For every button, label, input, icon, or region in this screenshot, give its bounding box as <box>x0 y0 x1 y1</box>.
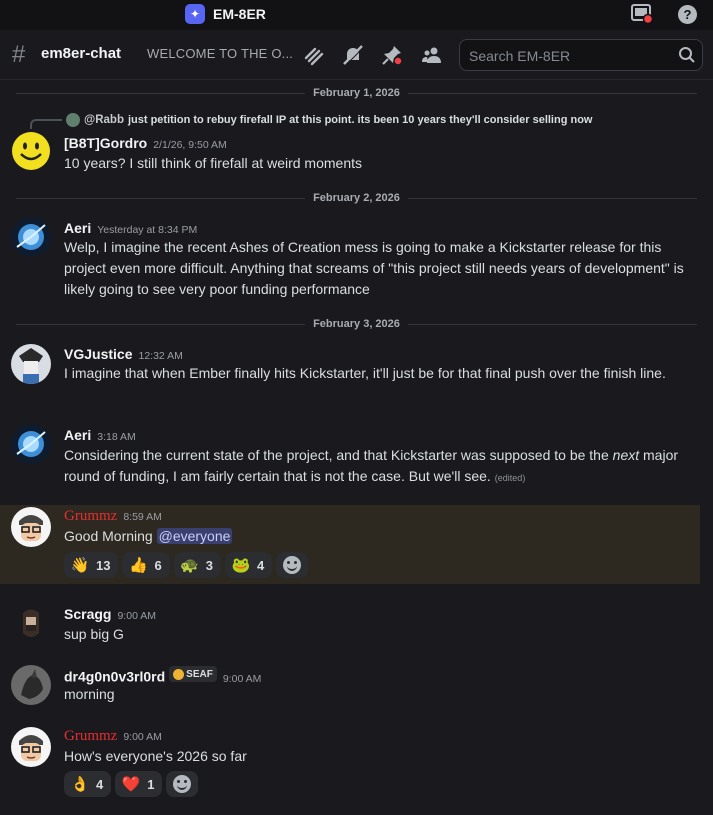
date-divider: February 3, 2026 <box>16 317 697 331</box>
reply-username[interactable]: @Rabb <box>84 114 124 126</box>
channel-hash-icon: # <box>12 41 26 68</box>
avatar[interactable] <box>11 507 51 547</box>
username[interactable]: Scragg <box>64 606 111 622</box>
timestamp[interactable]: 3:18 AM <box>97 431 136 443</box>
pin-icon[interactable] <box>380 43 404 67</box>
search-box[interactable] <box>459 39 703 71</box>
reply-preview[interactable]: @Rabb just petition to rebuy firefall IP… <box>66 113 592 127</box>
reaction-ok-hand[interactable]: 👌 4 <box>64 771 112 797</box>
message-list: February 1, 2026 @Rabb just petition to … <box>0 80 713 815</box>
reply-connector <box>30 119 62 129</box>
add-reaction-button[interactable] <box>276 552 309 578</box>
reaction-heart[interactable]: ❤️ 1 <box>115 771 163 797</box>
reaction-count: 6 <box>154 557 162 573</box>
reaction-count: 4 <box>96 776 104 792</box>
search-icon[interactable] <box>678 46 696 64</box>
timestamp[interactable]: Yesterday at 8:34 PM <box>97 224 197 236</box>
timestamp[interactable]: 9:00 AM <box>117 610 156 622</box>
skull-icon <box>173 668 185 680</box>
date-divider: February 2, 2026 <box>16 191 697 205</box>
threads-icon[interactable] <box>302 43 326 67</box>
edited-label: (edited) <box>494 473 526 483</box>
message-header: dr4g0n0v3rl0rd SEAF 9:00 AM <box>64 666 261 685</box>
reaction-bar: 👌 4 ❤️ 1 <box>64 771 199 797</box>
timestamp[interactable]: 9:00 AM <box>123 731 162 743</box>
message-text: 10 years? I still think of firefall at w… <box>64 155 363 171</box>
message-text: sup big G <box>64 626 124 642</box>
app-name: EM-8ER <box>213 6 266 22</box>
username[interactable]: Grummz <box>64 728 117 744</box>
message-text: Good Morning @everyone <box>64 528 233 544</box>
avatar[interactable] <box>11 603 51 643</box>
reaction-thumbs-up[interactable]: 👍 6 <box>122 552 170 578</box>
avatar[interactable] <box>11 131 51 171</box>
timestamp[interactable]: 12:32 AM <box>138 350 182 362</box>
message-header: [B8T]Gordro 2/1/26, 9:50 AM <box>64 135 227 151</box>
avatar[interactable] <box>11 424 51 464</box>
title-bar: ✦ EM-8ER ? <box>0 0 713 30</box>
heart-emoji-icon: ❤️ <box>121 776 141 793</box>
timestamp[interactable]: 9:00 AM <box>223 673 262 685</box>
channel-name: em8er-chat <box>41 45 122 62</box>
reaction-count: 4 <box>256 557 265 573</box>
username[interactable]: [B8T]Gordro <box>64 135 147 151</box>
member-list-icon[interactable] <box>420 43 444 67</box>
add-reaction-icon <box>173 775 192 793</box>
avatar[interactable] <box>11 727 51 767</box>
avatar[interactable] <box>11 217 51 257</box>
message-header: Aeri Yesterday at 8:34 PM <box>64 220 197 236</box>
timestamp[interactable]: 2/1/26, 9:50 AM <box>153 139 227 151</box>
message-text: morning <box>64 686 115 702</box>
date-divider: February 1, 2026 <box>16 86 697 100</box>
everyone-mention[interactable]: @everyone <box>156 528 233 544</box>
message-header: Aeri 3:18 AM <box>64 427 136 443</box>
reply-text: just petition to rebuy firefall IP at th… <box>127 114 593 126</box>
message-text: Considering the current state of the pro… <box>64 447 679 484</box>
message-text: How's everyone's 2026 so far <box>64 748 247 764</box>
channel-topic[interactable]: WELCOME TO THE O... <box>147 46 293 61</box>
channel-header: # em8er-chat WELCOME TO THE O... <box>0 30 713 80</box>
reaction-frog[interactable]: 🐸 4 <box>224 552 273 578</box>
frog-emoji-icon: 🐸 <box>231 557 251 574</box>
message-header: Grummz 8:59 AM <box>64 508 162 525</box>
turtle-emoji-icon: 🐢 <box>180 557 200 574</box>
username[interactable]: Aeri <box>64 427 91 443</box>
notification-muted-icon[interactable] <box>341 43 365 67</box>
reaction-wave[interactable]: 👋 13 <box>64 552 119 578</box>
ok-hand-emoji-icon: 👌 <box>70 776 90 793</box>
message-header: VGJustice 12:32 AM <box>64 346 183 362</box>
message-text: I imagine that when Ember finally hits K… <box>64 365 666 381</box>
username[interactable]: VGJustice <box>64 346 132 362</box>
message-header: Scragg 9:00 AM <box>64 606 156 622</box>
reaction-count: 13 <box>96 557 111 573</box>
server-icon: ✦ <box>185 4 205 24</box>
username[interactable]: Grummz <box>64 508 117 524</box>
add-reaction-button[interactable] <box>166 771 199 797</box>
reaction-turtle[interactable]: 🐢 3 <box>173 552 221 578</box>
inbox-icon[interactable] <box>631 4 653 24</box>
message-header: Grummz 9:00 AM <box>64 728 162 745</box>
timestamp[interactable]: 8:59 AM <box>123 511 162 523</box>
wave-emoji-icon: 👋 <box>70 557 90 574</box>
reaction-bar: 👋 13 👍 6 🐢 3 🐸 4 <box>64 552 309 578</box>
search-input[interactable] <box>469 46 669 66</box>
thumbs-up-emoji-icon: 👍 <box>129 557 148 574</box>
reply-avatar <box>66 113 80 127</box>
username[interactable]: Aeri <box>64 220 91 236</box>
reaction-count: 3 <box>205 557 213 573</box>
app-title: ✦ EM-8ER <box>185 4 266 24</box>
message-text: Welp, I imagine the recent Ashes of Crea… <box>64 239 684 297</box>
server-tag-badge[interactable]: SEAF <box>169 666 217 682</box>
reaction-count: 1 <box>147 776 155 792</box>
username[interactable]: dr4g0n0v3rl0rd <box>64 669 165 685</box>
help-icon[interactable]: ? <box>678 5 697 24</box>
add-reaction-icon <box>283 556 302 574</box>
avatar[interactable] <box>11 665 51 705</box>
avatar[interactable] <box>11 344 51 384</box>
